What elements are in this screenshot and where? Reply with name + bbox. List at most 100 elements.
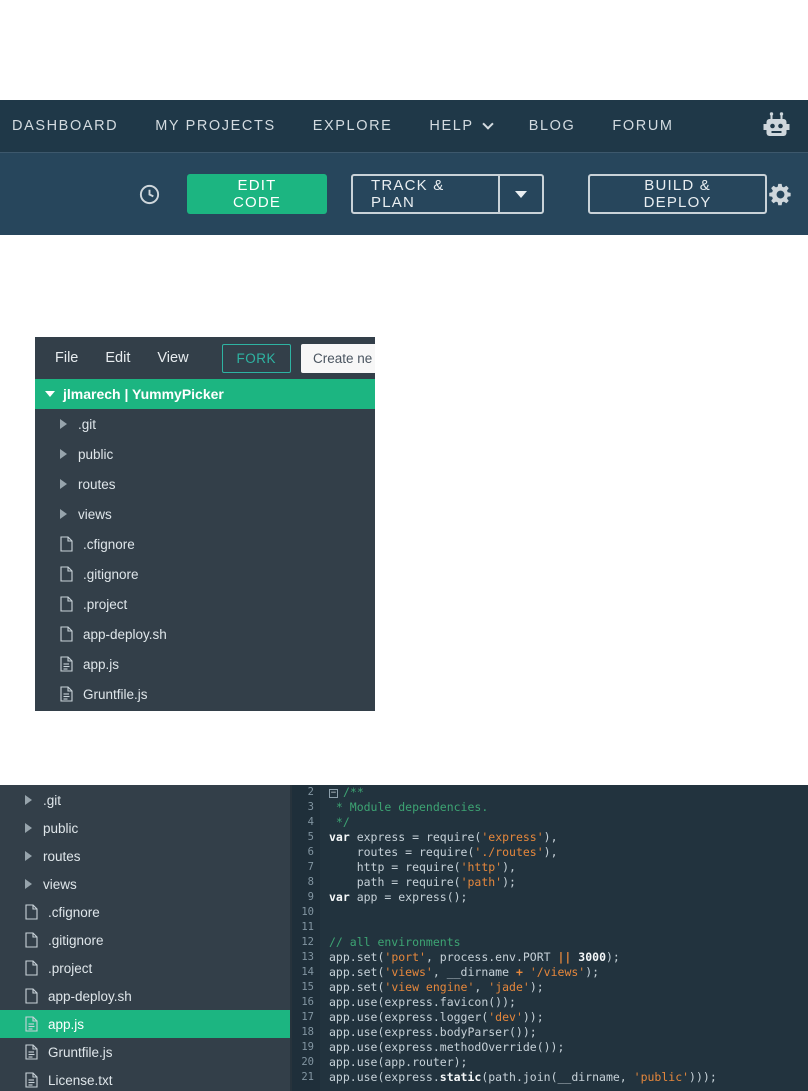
- action-toolbar: EDIT CODE TRACK & PLAN BUILD & DEPLOY: [0, 152, 808, 235]
- edit-code-button[interactable]: EDIT CODE: [187, 174, 328, 214]
- file-icon: [60, 626, 73, 642]
- jazzhub-robot-logo-icon[interactable]: [763, 111, 790, 141]
- tree-item-public[interactable]: public: [0, 814, 290, 842]
- tree-item-gitignore[interactable]: .gitignore: [0, 926, 290, 954]
- nav-forum[interactable]: FORUM: [612, 118, 673, 134]
- tree-item-license-txt[interactable]: License.txt: [0, 1066, 290, 1091]
- code-line[interactable]: 16 app.use(express.favicon());: [292, 995, 808, 1010]
- tree-item-app-deploy-sh[interactable]: app-deploy.sh: [0, 982, 290, 1010]
- tree-item-label: .git: [78, 416, 97, 432]
- tree-item-cfignore[interactable]: .cfignore: [35, 529, 375, 559]
- chevron-down-icon: [482, 117, 494, 130]
- code-file-icon: [25, 1016, 38, 1032]
- tree-item-gruntfile-js[interactable]: Gruntfile.js: [35, 679, 375, 709]
- menu-edit[interactable]: Edit: [105, 350, 130, 366]
- chevron-right-icon[interactable]: [60, 419, 67, 429]
- line-number: 11: [301, 921, 314, 933]
- code-line[interactable]: 2 −/**: [292, 785, 808, 800]
- tree-item-label: app.js: [48, 1016, 85, 1032]
- code-text: */: [329, 815, 350, 829]
- code-text: routes = require('./routes'),: [329, 845, 558, 859]
- nav-help-label: HELP: [429, 118, 474, 134]
- line-number: 19: [301, 1041, 314, 1053]
- code-line[interactable]: 20 app.use(app.router);: [292, 1055, 808, 1070]
- file-tree-sidebar: .git public routes views .cfignore .gitignore…: [0, 785, 292, 1091]
- project-root-row[interactable]: jlmarech | YummyPicker: [35, 379, 375, 409]
- file-icon: [25, 960, 38, 976]
- tree-item-app-js[interactable]: app.js: [35, 649, 375, 679]
- chevron-right-icon[interactable]: [25, 823, 32, 833]
- tree-item-label: app-deploy.sh: [83, 626, 167, 642]
- menu-view[interactable]: View: [157, 350, 188, 366]
- chevron-right-icon[interactable]: [60, 479, 67, 489]
- code-line[interactable]: 7 http = require('http'),: [292, 860, 808, 875]
- tree-item-app-deploy-sh[interactable]: app-deploy.sh: [35, 619, 375, 649]
- tree-item-gitignore[interactable]: .gitignore: [35, 559, 375, 589]
- fold-collapse-icon[interactable]: −: [329, 789, 338, 798]
- tree-item-routes[interactable]: routes: [0, 842, 290, 870]
- code-text: app.set('port', process.env.PORT || 3000…: [329, 950, 620, 964]
- tree-item-label: License.txt: [48, 1072, 113, 1088]
- code-line[interactable]: 19 app.use(express.methodOverride());: [292, 1040, 808, 1055]
- nav-help[interactable]: HELP: [429, 117, 494, 134]
- build-and-deploy-button[interactable]: BUILD & DEPLOY: [588, 174, 768, 214]
- chevron-expanded-icon[interactable]: [45, 391, 55, 397]
- tree-item-cfignore[interactable]: .cfignore: [0, 898, 290, 926]
- tree-item-git[interactable]: .git: [0, 786, 290, 814]
- code-text: app.use(express.favicon());: [329, 995, 516, 1009]
- fork-button[interactable]: FORK: [221, 343, 292, 373]
- code-line[interactable]: 14 app.set('views', __dirname + '/views')…: [292, 965, 808, 980]
- code-line[interactable]: 3 * Module dependencies.: [292, 800, 808, 815]
- tree-item-views[interactable]: views: [35, 499, 375, 529]
- track-and-plan-label: TRACK & PLAN: [371, 177, 445, 211]
- code-line[interactable]: 4 */: [292, 815, 808, 830]
- code-line[interactable]: 15 app.set('view engine', 'jade');: [292, 980, 808, 995]
- line-number: 7: [307, 861, 314, 873]
- file-icon: [60, 596, 73, 612]
- code-line[interactable]: 11: [292, 920, 808, 935]
- chevron-right-icon[interactable]: [25, 851, 32, 861]
- code-line[interactable]: 17 app.use(express.logger('dev'));: [292, 1010, 808, 1025]
- code-file-icon: [60, 686, 73, 702]
- code-line[interactable]: 9 var app = express();: [292, 890, 808, 905]
- dropdown-caret-icon[interactable]: [515, 190, 528, 198]
- line-number: 2: [307, 786, 314, 798]
- menu-file[interactable]: File: [55, 350, 78, 366]
- tree-item-project[interactable]: .project: [35, 589, 375, 619]
- code-line[interactable]: 10: [292, 905, 808, 920]
- button-divider: [498, 176, 501, 212]
- code-line[interactable]: 8 path = require('path');: [292, 875, 808, 890]
- code-editor[interactable]: 2−/** 3 * Module dependencies. 4 */5 var ex…: [292, 785, 808, 1091]
- tree-item-gruntfile-js[interactable]: Gruntfile.js: [0, 1038, 290, 1066]
- code-line[interactable]: 18 app.use(express.bodyParser());: [292, 1025, 808, 1040]
- tree-item-routes[interactable]: routes: [35, 469, 375, 499]
- tree-item-app-js[interactable]: app.js: [0, 1010, 290, 1038]
- history-clock-icon[interactable]: [138, 183, 161, 206]
- chevron-right-icon[interactable]: [25, 795, 32, 805]
- code-line[interactable]: 6 routes = require('./routes'),: [292, 845, 808, 860]
- code-text: var express = require('express'),: [329, 830, 558, 844]
- code-file-icon: [25, 1044, 38, 1060]
- tree-item-views[interactable]: views: [0, 870, 290, 898]
- nav-blog[interactable]: BLOG: [529, 118, 576, 134]
- tree-item-public[interactable]: public: [35, 439, 375, 469]
- tree-item-label: .git: [43, 792, 62, 808]
- nav-my-projects[interactable]: MY PROJECTS: [155, 118, 275, 134]
- chevron-right-icon[interactable]: [25, 879, 32, 889]
- tree-item-project[interactable]: .project: [0, 954, 290, 982]
- code-line[interactable]: 21 app.use(express.static(path.join(__dir…: [292, 1070, 808, 1085]
- line-number: 20: [301, 1056, 314, 1068]
- settings-gear-icon[interactable]: [767, 181, 794, 208]
- code-line[interactable]: 13 app.set('port', process.env.PORT || 30…: [292, 950, 808, 965]
- tree-item-git[interactable]: .git: [35, 409, 375, 439]
- track-and-plan-button[interactable]: TRACK & PLAN: [351, 174, 545, 214]
- code-text: app.use(app.router);: [329, 1055, 468, 1069]
- nav-dashboard[interactable]: DASHBOARD: [12, 118, 118, 134]
- create-new-button[interactable]: Create ne: [301, 343, 375, 373]
- nav-explore[interactable]: EXPLORE: [313, 118, 393, 134]
- line-number: 10: [301, 906, 314, 918]
- chevron-right-icon[interactable]: [60, 449, 67, 459]
- code-line[interactable]: 12 // all environments: [292, 935, 808, 950]
- code-line[interactable]: 5 var express = require('express'),: [292, 830, 808, 845]
- chevron-right-icon[interactable]: [60, 509, 67, 519]
